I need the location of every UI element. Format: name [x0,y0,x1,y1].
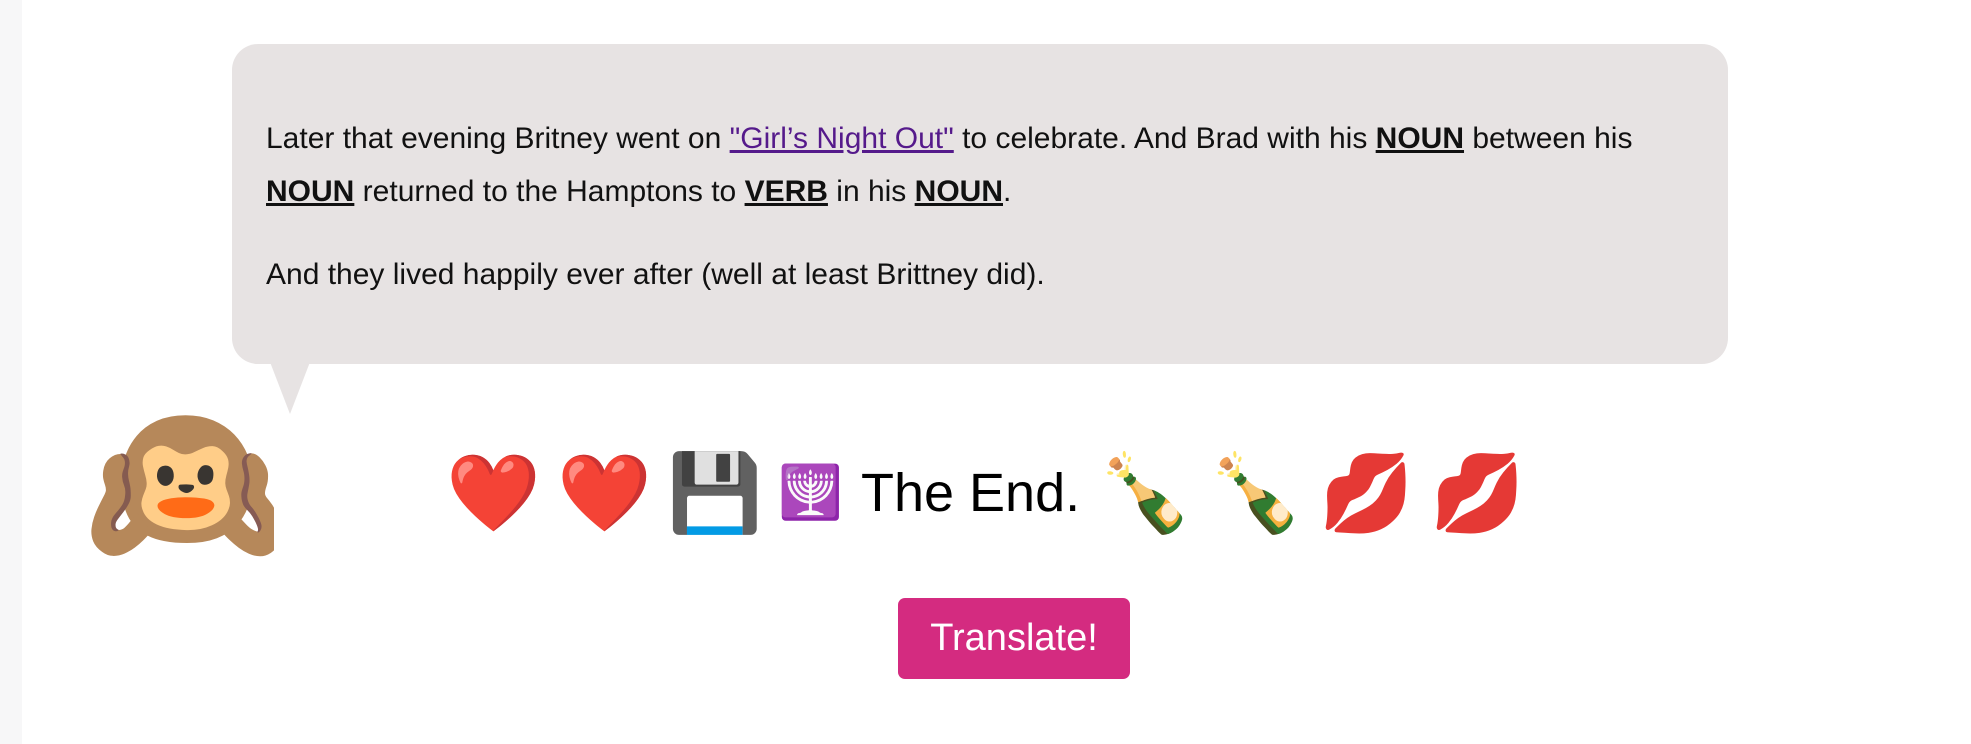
the-end-text: The End. [860,463,1081,523]
blank-verb: VERB [744,175,828,208]
blank-noun-1: NOUN [1375,122,1465,155]
girls-night-out-link[interactable]: "Girl’s Night Out" [730,122,954,155]
story-text: . [1003,175,1012,208]
kiss-mark-icon: 💋 [1430,448,1525,537]
menorah-icon: 🕎 [778,463,843,523]
blank-noun-2: NOUN [266,175,355,208]
story-text: returned to the Hamptons to [354,175,745,208]
floppy-disk-icon: 💾 [667,448,763,537]
story-text: to celebrate. And Brad with his [953,122,1376,155]
translate-button[interactable]: Translate! [898,598,1130,679]
speech-bubble-tail [270,362,310,414]
story-text: in his [827,175,915,208]
champagne-icon: 🍾 [1208,448,1304,537]
speech-bubble: Later that evening Britney went on "Girl… [232,44,1728,364]
story-text: Later that evening Britney went on [266,122,730,155]
heart-icon: ❤️ [446,448,541,537]
kiss-mark-icon: 💋 [1319,448,1415,537]
story-text: between his [1464,122,1633,155]
heart-icon: ❤️ [556,448,652,537]
ending-line: ❤️ ❤️ 💾 🕎 The End. 🍾 🍾 💋 💋 [0,448,1971,548]
story-paragraph-2: And they lived happily ever after (well … [266,258,1045,291]
blank-noun-3: NOUN [914,175,1003,208]
champagne-icon: 🍾 [1098,448,1193,537]
story-paragraph-1: Later that evening Britney went on "Girl… [266,112,1694,218]
